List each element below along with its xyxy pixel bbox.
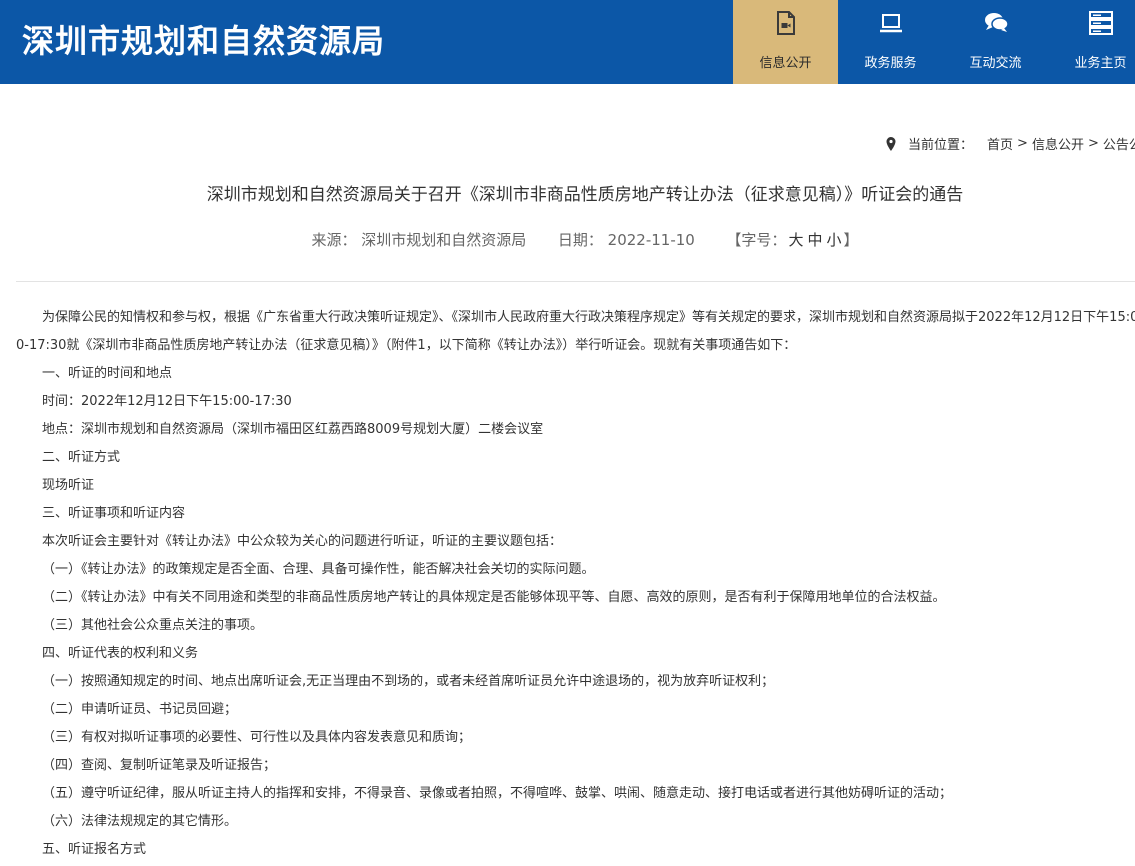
body-line: （一）《转让办法》的政策规定是否全面、合理、具备可操作性，能否解决社会关切的实际… [42, 562, 595, 577]
breadcrumb-prefix: 当前位置： [908, 138, 974, 153]
nav-label: 信息公开 [759, 56, 812, 71]
body-line: 地点：深圳市规划和自然资源局（深圳市福田区红荔西路8009号规划大厦）二楼会议室 [42, 422, 544, 437]
site-header: 深圳市规划和自然资源局 信息公开 政务服务 互动交流 业务主页 [0, 0, 1135, 84]
breadcrumb-separator: > [1017, 136, 1028, 151]
date-value: 2022-11-10 [607, 231, 695, 249]
article-title: 深圳市规划和自然资源局关于召开《深圳市非商品性质房地产转让办法（征求意见稿）》听… [206, 185, 964, 205]
nav-label: 业务主页 [1074, 56, 1127, 71]
font-size-close: 】 [843, 231, 859, 249]
source-value: 深圳市规划和自然资源局 [361, 231, 527, 249]
body-line: 五、听证报名方式 [42, 842, 147, 857]
nav-label: 政务服务 [864, 56, 917, 71]
article-body: 为保障公民的知情权和参与权，根据《广东省重大行政决策听证规定》、《深圳市人民政府… [16, 304, 1135, 864]
source-label: 来源： [311, 231, 357, 249]
divider [16, 281, 1135, 282]
body-line: （三）有权对拟听证事项的必要性、可行性以及具体内容发表意见和质询； [42, 730, 472, 745]
article-meta: 来源： 深圳市规划和自然资源局 日期： 2022-11-10 【字号：大中小】 [0, 229, 1135, 250]
chat-bubbles-icon [943, 9, 1048, 37]
breadcrumb-announcements[interactable]: 公告公 [1103, 134, 1135, 153]
breadcrumb-info-disclosure[interactable]: 信息公开 [1032, 134, 1084, 153]
server-icon [1048, 9, 1135, 37]
font-size-small-button[interactable]: 小 [826, 231, 841, 249]
date-label: 日期： [557, 231, 603, 249]
body-line: 四、听证代表的权利和义务 [42, 646, 199, 661]
body-line: 现场听证 [42, 478, 95, 493]
nav-label: 互动交流 [969, 56, 1022, 71]
body-line: 一、听证的时间和地点 [42, 366, 173, 381]
body-line: 三、听证事项和听证内容 [42, 506, 186, 521]
breadcrumb: 当前位置： 首页 > 信息公开 > 公告公 [886, 134, 1135, 153]
body-line: 本次听证会主要针对《转让办法》中公众较为关心的问题进行听证，听证的主要议题包括： [42, 534, 563, 549]
body-line: 时间：2022年12月12日下午15:00-17:30 [42, 394, 292, 409]
nav-item-gov-services[interactable]: 政务服务 [838, 0, 943, 84]
laptop-icon [838, 9, 943, 37]
body-line: （三）其他社会公众重点关注的事项。 [42, 618, 264, 633]
body-line: （二）《转让办法》中有关不同用途和类型的非商品性质房地产转让的具体规定是否能够体… [42, 590, 946, 605]
intro-paragraph: 为保障公民的知情权和参与权，根据《广东省重大行政决策听证规定》、《深圳市人民政府… [16, 310, 1135, 353]
body-line: （一）按照通知规定的时间、地点出席听证会,无正当理由不到场的，或者未经首席听证员… [42, 674, 775, 689]
font-size-large-button[interactable]: 大 [788, 231, 803, 249]
nav-item-info-disclosure[interactable]: 信息公开 [733, 0, 838, 84]
main-nav: 信息公开 政务服务 互动交流 业务主页 [733, 0, 1135, 84]
body-line: （五）遵守听证纪律，服从听证主持人的指挥和安排，不得录音、录像或者拍照，不得喧哗… [42, 786, 953, 801]
breadcrumb-separator: > [1087, 136, 1099, 151]
body-line: （四）查阅、复制听证笔录及听证报告； [42, 758, 277, 773]
font-size-medium-button[interactable]: 中 [807, 231, 822, 249]
body-line: （六）法律法规规定的其它情形。 [42, 814, 238, 829]
breadcrumb-home[interactable]: 首页 [987, 134, 1013, 153]
nav-item-business-home[interactable]: 业务主页 [1048, 0, 1135, 84]
font-size-label: 【字号： [726, 231, 787, 249]
location-pin-icon [886, 136, 896, 151]
body-line: （二）申请听证员、书记员回避； [42, 702, 238, 717]
nav-item-interaction[interactable]: 互动交流 [943, 0, 1048, 84]
site-title[interactable]: 深圳市规划和自然资源局 [22, 16, 385, 62]
body-line: 二、听证方式 [42, 450, 121, 465]
document-video-icon [733, 9, 838, 37]
